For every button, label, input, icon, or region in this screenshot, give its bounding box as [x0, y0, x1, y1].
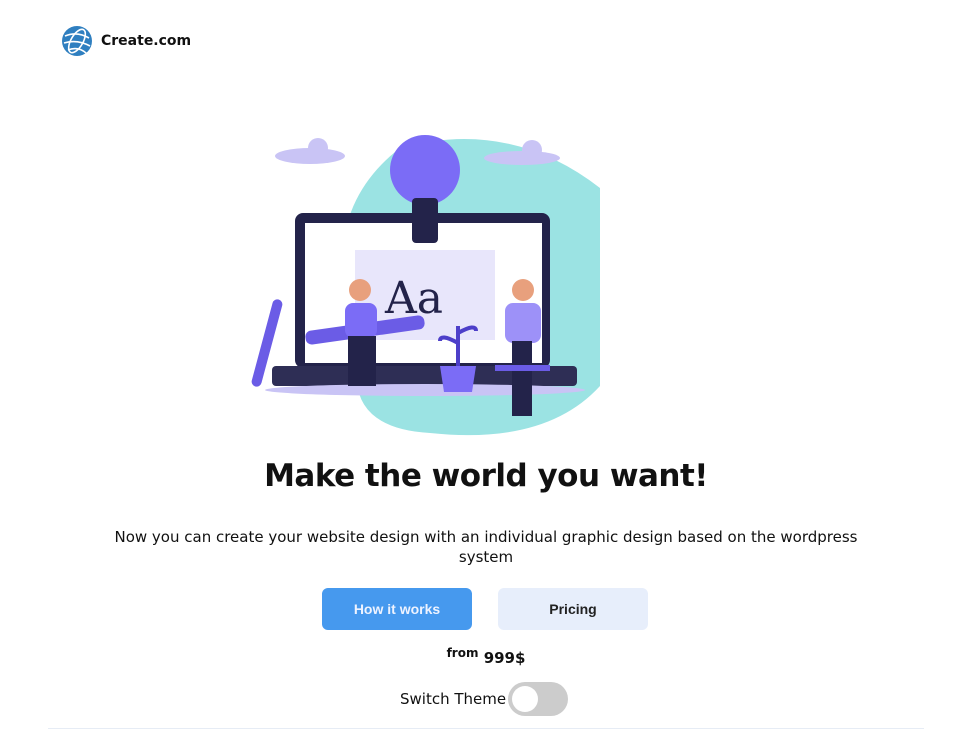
theme-toggle[interactable]: [508, 682, 569, 716]
theme-switch-row: Switch Theme: [400, 682, 569, 716]
price-value: 999$: [483, 649, 526, 667]
theme-label: Switch Theme: [400, 690, 507, 708]
globe-icon: [62, 26, 92, 56]
hero-illustration: Aa: [251, 135, 600, 436]
page-description: Now you can create your website design w…: [114, 528, 858, 566]
plant-pot-icon: [440, 366, 476, 392]
toggle-knob: [512, 686, 539, 712]
brand-logo[interactable]: Create.com: [61, 25, 191, 57]
pricing-button[interactable]: Pricing: [498, 588, 648, 630]
price-prefix: from: [446, 646, 479, 660]
price: from 999$: [0, 646, 972, 667]
how-it-works-button[interactable]: How it works: [322, 588, 472, 630]
page-title: Make the world you want!: [264, 458, 708, 494]
brand-name: Create.com: [101, 33, 192, 49]
